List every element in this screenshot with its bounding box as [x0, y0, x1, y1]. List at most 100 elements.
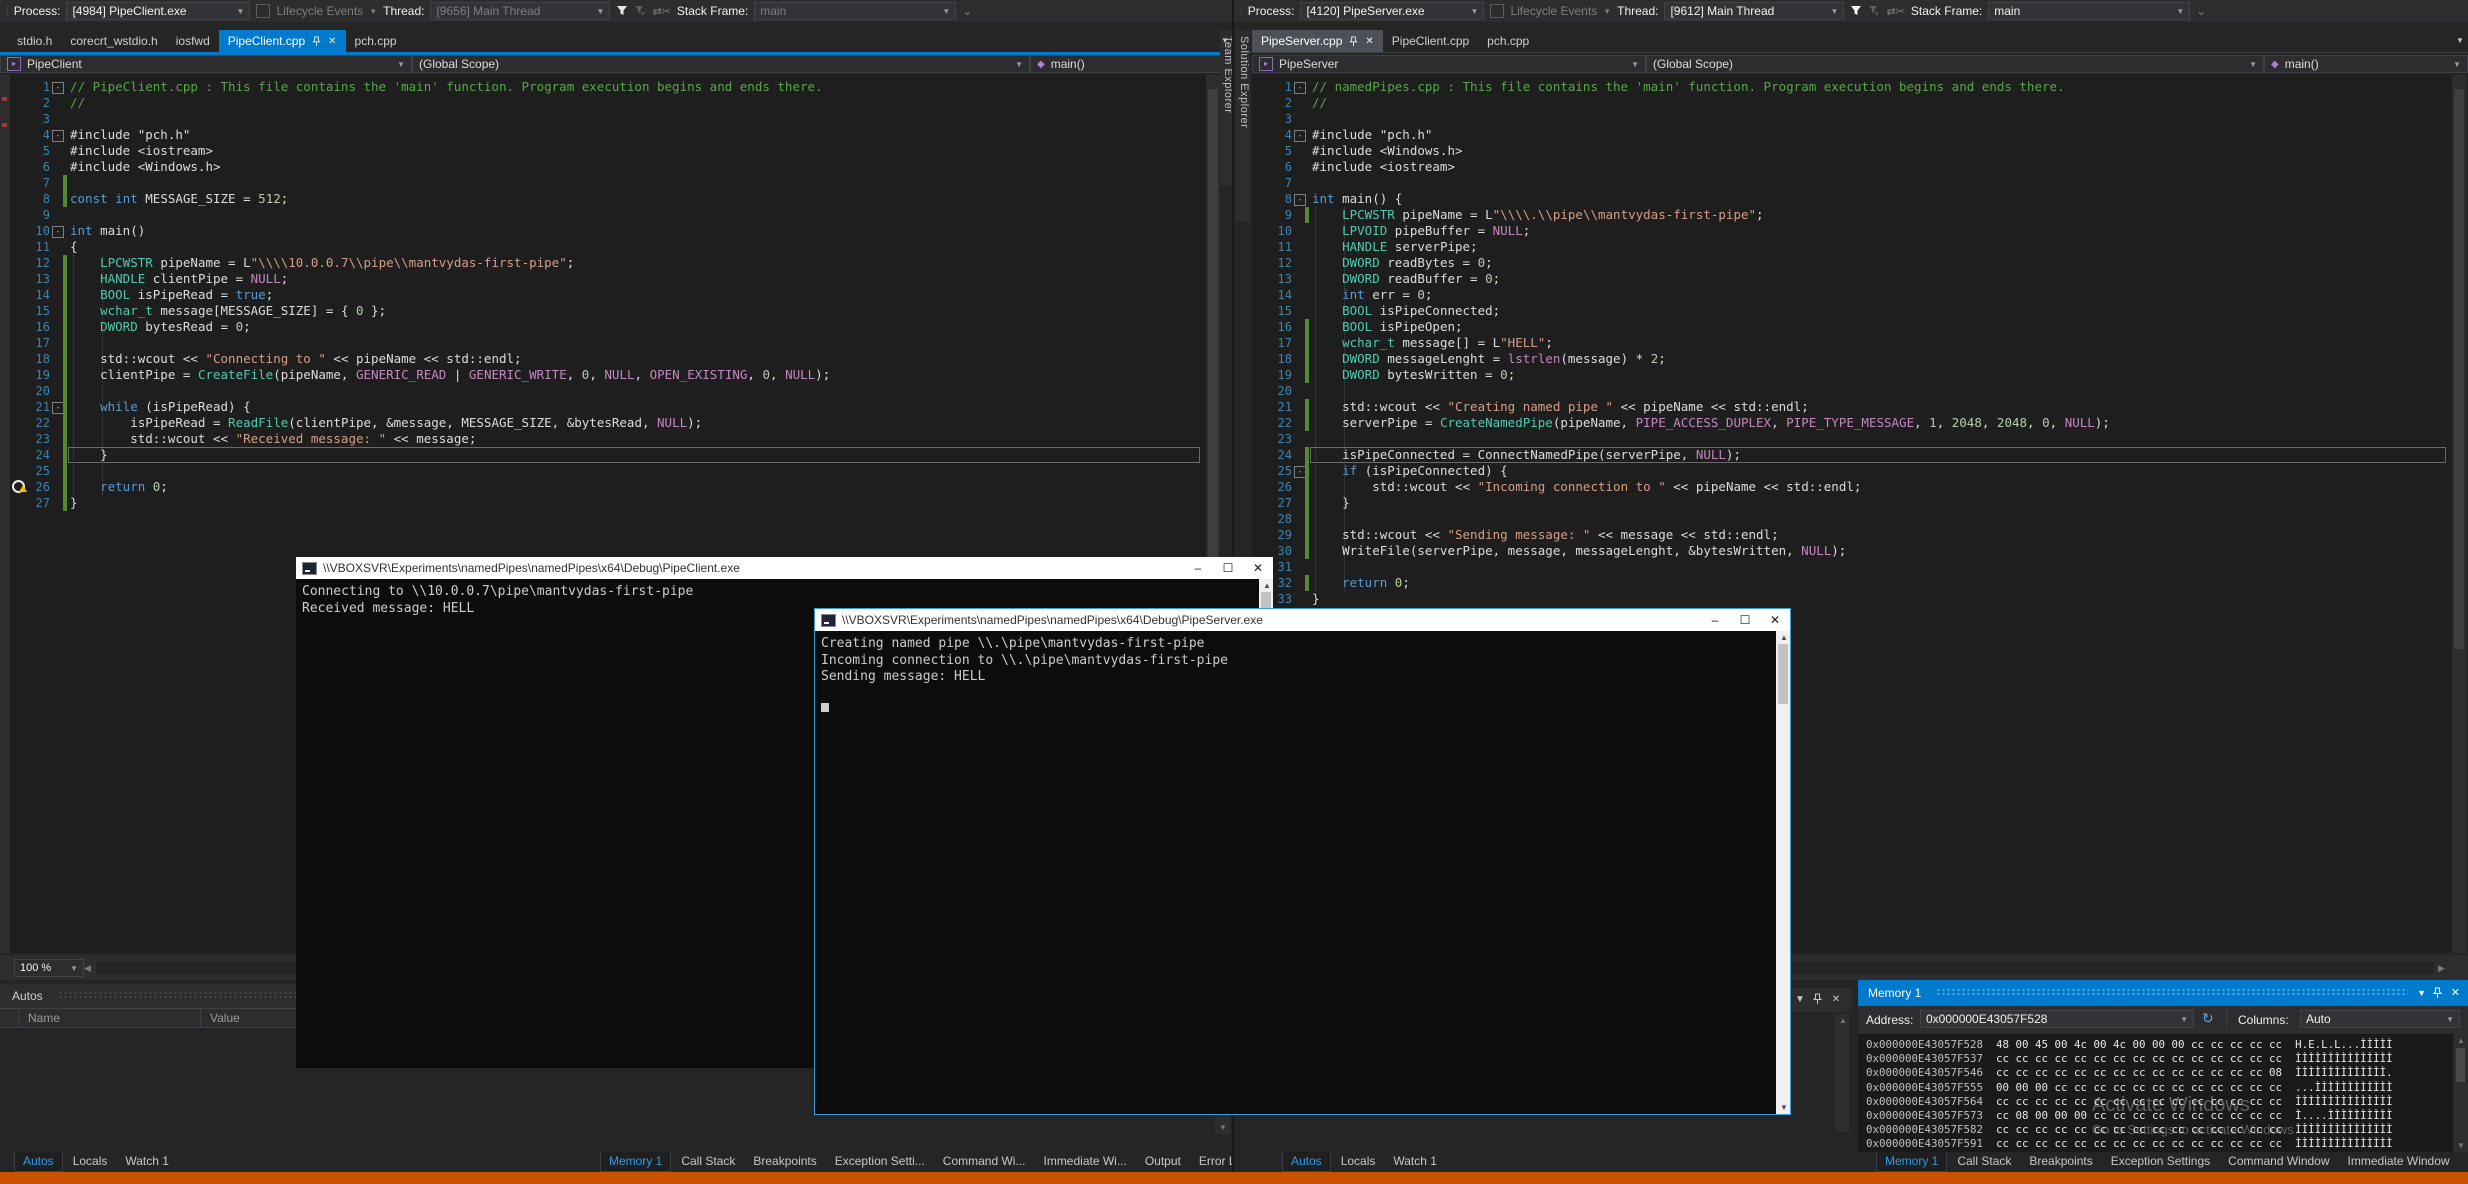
code-line[interactable]: if (isPipeConnected) { — [1312, 463, 1508, 479]
tab-immediate-window[interactable]: Immediate Window — [2340, 1152, 2458, 1171]
memory-row[interactable]: 0x000000E43057F555 00 00 00 cc cc cc cc … — [1866, 1081, 2393, 1095]
tab-exception-setti-[interactable]: Exception Setti... — [827, 1152, 933, 1171]
stack-frame-dropdown[interactable]: main▼ — [754, 2, 956, 20]
code-line[interactable]: while (isPipeRead) { — [70, 399, 251, 415]
fold-collapse-icon[interactable]: - — [52, 130, 64, 142]
console-scrollbar[interactable]: ▲ ▼ — [1776, 631, 1790, 1114]
tab-autos[interactable]: Autos — [14, 1152, 63, 1172]
code-line[interactable]: #include <Windows.h> — [1312, 143, 1463, 159]
tab-corecrt-wstdio-h[interactable]: corecrt_wstdio.h — [61, 30, 166, 52]
code-line[interactable]: return 0; — [1312, 575, 1410, 591]
tab-command-window[interactable]: Command Window — [2220, 1152, 2337, 1171]
code-line[interactable]: #include <Windows.h> — [70, 159, 221, 175]
chevron-down-icon[interactable]: ▼ — [2417, 980, 2426, 1006]
fold-collapse-icon[interactable]: - — [52, 226, 64, 238]
maximize-button[interactable]: ☐ — [1213, 557, 1243, 579]
scroll-thumb[interactable] — [1778, 644, 1788, 704]
code-line[interactable]: } — [70, 495, 78, 511]
minimize-button[interactable]: – — [1700, 609, 1730, 631]
code-line[interactable]: { — [70, 239, 78, 255]
tab-exception-settings[interactable]: Exception Settings — [2103, 1152, 2218, 1171]
code-line[interactable]: DWORD messageLenght = lstrlen(message) *… — [1312, 351, 1666, 367]
code-line[interactable]: #include "pch.h" — [70, 127, 190, 143]
pin-icon[interactable] — [1349, 36, 1358, 47]
code-line[interactable]: #include <iostream> — [1312, 159, 1455, 175]
memory-row[interactable]: 0x000000E43057F582 cc cc cc cc cc cc cc … — [1866, 1123, 2393, 1137]
show-threads-in-source-icon[interactable]: ⇄✂ — [652, 5, 670, 18]
tab-pipeserver-cpp[interactable]: PipeServer.cpp✕ — [1252, 30, 1383, 52]
code-line[interactable]: DWORD readBytes = 0; — [1312, 255, 1493, 271]
column-divider[interactable] — [200, 1009, 201, 1027]
address-input[interactable]: 0x000000E43057F528▼ — [1920, 1010, 2194, 1028]
code-line[interactable]: WriteFile(serverPipe, message, messageLe… — [1312, 543, 1846, 559]
scope-dropdown[interactable]: (Global Scope)▼ — [1646, 55, 2264, 73]
code-line[interactable]: std::wcout << "Connecting to " << pipeNa… — [70, 351, 522, 367]
tab-memory-1[interactable]: Memory 1 — [600, 1152, 671, 1172]
project-dropdown[interactable]: ▸ PipeClient▼ — [0, 55, 412, 73]
code-line[interactable]: return 0; — [70, 479, 168, 495]
memory-hex-view[interactable]: ▲ ▼ 0x000000E43057F528 48 00 45 00 4c 00… — [1858, 1034, 2468, 1152]
console-title-bar[interactable]: \\VBOXSVR\Experiments\namedPipes\namedPi… — [815, 609, 1790, 631]
close-icon[interactable]: ✕ — [328, 36, 336, 47]
tab-locals[interactable]: Locals — [1333, 1152, 1384, 1171]
memory-row[interactable]: 0x000000E43057F546 cc cc cc cc cc cc cc … — [1866, 1066, 2393, 1080]
toolbar-grip[interactable]: ⁞ — [6, 6, 8, 17]
code-line[interactable]: #include "pch.h" — [1312, 127, 1432, 143]
code-line[interactable]: } — [1312, 495, 1350, 511]
tab-autos[interactable]: Autos — [1282, 1152, 1331, 1172]
tab-immediate-wi-[interactable]: Immediate Wi... — [1035, 1152, 1134, 1171]
code-line[interactable]: HANDLE clientPipe = NULL; — [70, 271, 288, 287]
tab-call-stack[interactable]: Call Stack — [673, 1152, 743, 1171]
filter-flagged-icon[interactable] — [634, 5, 646, 17]
tab-error-list[interactable]: Error List — [1191, 1152, 1234, 1171]
close-icon[interactable]: ✕ — [2451, 980, 2460, 1006]
tab-output[interactable]: Output — [2460, 1152, 2468, 1171]
filter-flagged-icon[interactable] — [1868, 5, 1880, 17]
code-line[interactable]: const int MESSAGE_SIZE = 512; — [70, 191, 288, 207]
code-line[interactable]: HANDLE serverPipe; — [1312, 239, 1478, 255]
scroll-down-icon[interactable]: ▼ — [1219, 1123, 1227, 1132]
memory-row[interactable]: 0x000000E43057F573 cc 08 00 00 00 cc cc … — [1866, 1109, 2393, 1123]
tab-output[interactable]: Output — [1137, 1152, 1189, 1171]
stack-frame-dropdown[interactable]: main▼ — [1988, 2, 2190, 20]
memory-window-header[interactable]: Memory 1 ▼ ✕ — [1858, 980, 2468, 1006]
code-line[interactable]: // PipeClient.cpp : This file contains t… — [70, 79, 823, 95]
process-dropdown[interactable]: [4984] PipeClient.exe▼ — [66, 2, 250, 20]
tab-iosfwd[interactable]: iosfwd — [167, 30, 219, 52]
code-line[interactable]: // — [70, 95, 85, 111]
code-line[interactable]: std::wcout << "Incoming connection to " … — [1312, 479, 1861, 495]
code-line[interactable]: // namedPipes.cpp : This file contains t… — [1312, 79, 2065, 95]
code-line[interactable]: wchar_t message[] = L"HELL"; — [1312, 335, 1553, 351]
close-icon[interactable]: ✕ — [1365, 36, 1373, 47]
tab-memory-1[interactable]: Memory 1 — [1876, 1152, 1947, 1172]
lifecycle-events-button[interactable]: Lifecycle Events — [1510, 4, 1597, 18]
scroll-up-icon[interactable]: ▲ — [1263, 581, 1271, 590]
tab-watch-1[interactable]: Watch 1 — [1385, 1152, 1445, 1171]
scroll-thumb[interactable] — [2456, 1048, 2465, 1082]
code-line[interactable]: std::wcout << "Sending message: " << mes… — [1312, 527, 1779, 543]
memory-row[interactable]: 0x000000E43057F528 48 00 45 00 4c 00 4c … — [1866, 1038, 2393, 1052]
tab-watch-1[interactable]: Watch 1 — [117, 1152, 177, 1171]
tab-pipeclient-cpp[interactable]: PipeClient.cpp — [1383, 30, 1478, 52]
side-tab-solution-explorer[interactable]: Solution Explorer — [1236, 30, 1250, 221]
process-dropdown[interactable]: [4120] PipeServer.exe▼ — [1300, 2, 1484, 20]
scroll-thumb[interactable] — [2454, 89, 2464, 649]
tab-call-stack[interactable]: Call Stack — [1949, 1152, 2019, 1171]
autos-scrollbar[interactable]: ▲ — [1835, 1014, 1850, 1132]
pin-icon[interactable] — [2433, 987, 2442, 999]
fold-collapse-icon[interactable]: - — [1294, 130, 1306, 142]
column-value[interactable]: Value — [210, 1011, 240, 1025]
scroll-down-icon[interactable]: ▼ — [1780, 1103, 1788, 1112]
code-line[interactable]: } — [1312, 591, 1320, 607]
code-line[interactable]: BOOL isPipeOpen; — [1312, 319, 1463, 335]
code-line[interactable]: std::wcout << "Creating named pipe " << … — [1312, 399, 1809, 415]
fold-collapse-icon[interactable]: - — [1294, 82, 1306, 94]
code-line[interactable]: DWORD bytesRead = 0; — [70, 319, 251, 335]
filter-threads-icon[interactable] — [1850, 5, 1862, 17]
tab-pch-cpp[interactable]: pch.cpp — [346, 30, 406, 52]
pin-icon[interactable] — [312, 36, 321, 47]
scroll-down-icon[interactable]: ▼ — [2457, 1141, 2465, 1150]
scope-dropdown[interactable]: (Global Scope)▼ — [412, 55, 1030, 73]
code-line[interactable]: clientPipe = CreateFile(pipeName, GENERI… — [70, 367, 830, 383]
code-line[interactable]: LPCWSTR pipeName = L"\\\\10.0.0.7\\pipe\… — [70, 255, 574, 271]
